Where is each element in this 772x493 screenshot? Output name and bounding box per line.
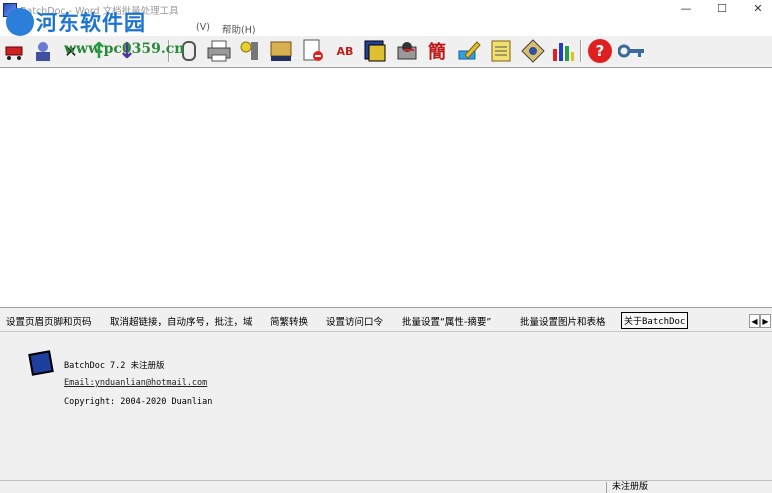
ab-replace-icon[interactable]: AB [332,38,358,64]
maximize-button[interactable]: ☐ [702,0,742,20]
tab-images-tables[interactable]: 批量设置图片和表格 [520,314,606,328]
tab-properties-summary[interactable]: 批量设置“属性-摘要” [402,314,491,328]
menu-help[interactable]: 帮助(H) [222,22,256,36]
registration-status: 未注册版 [606,482,648,493]
tab-scroll: ◀ ▶ [749,314,771,328]
tab-cancel-links[interactable]: 取消超链接，自动序号，批注，域 [110,314,253,328]
status-bar: 未注册版 [0,480,772,493]
product-version: BatchDoc 7.2 未注册版 [64,361,165,371]
watermark-url: www.pc0359.cn [64,41,185,57]
disk-icon[interactable] [394,38,420,64]
watermark: 河东软件园 www.pc0359.cn [2,6,202,66]
compass-icon[interactable] [520,38,546,64]
about-panel: BatchDoc 7.2 未注册版 Email:ynduanlian@hotma… [0,331,772,481]
watermark-logo-icon [6,8,34,36]
watermark-text: 河东软件园 [36,11,146,35]
chart-icon[interactable] [550,38,576,64]
pencil-icon[interactable] [456,38,482,64]
help-icon[interactable]: ? [588,39,612,63]
toolbar-separator [580,40,582,62]
tools-icon[interactable] [236,38,262,64]
document-list-area[interactable] [0,67,772,308]
word-icon[interactable] [362,38,388,64]
tab-access-password[interactable]: 设置访问口令 [326,314,383,328]
copyright-text: Copyright: 2004-2020 Duanlian [64,397,213,407]
email-link[interactable]: Email:ynduanlian@hotmail.com [64,378,207,388]
close-button[interactable]: ✕ [738,0,772,20]
key-icon[interactable] [618,38,644,64]
minimize-button[interactable]: — [666,0,706,20]
tab-header-footer[interactable]: 设置页眉页脚和页码 [6,314,92,328]
tab-bar: 设置页眉页脚和页码 取消超链接，自动序号，批注，域 简繁转换 设置访问口令 批量… [0,310,772,330]
stop-doc-icon[interactable] [300,38,326,64]
notepad-icon[interactable] [488,38,514,64]
tab-about[interactable]: 关于BatchDoc [621,312,689,329]
tab-simp-trad[interactable]: 简繁转换 [270,314,308,328]
traditional-char-icon[interactable]: 簡 [424,38,450,64]
printer-icon[interactable] [206,38,232,64]
tab-scroll-left-icon[interactable]: ◀ [749,314,760,328]
name-card-icon[interactable] [268,38,294,64]
batchdoc-logo-icon [28,350,54,376]
tab-scroll-right-icon[interactable]: ▶ [760,314,771,328]
